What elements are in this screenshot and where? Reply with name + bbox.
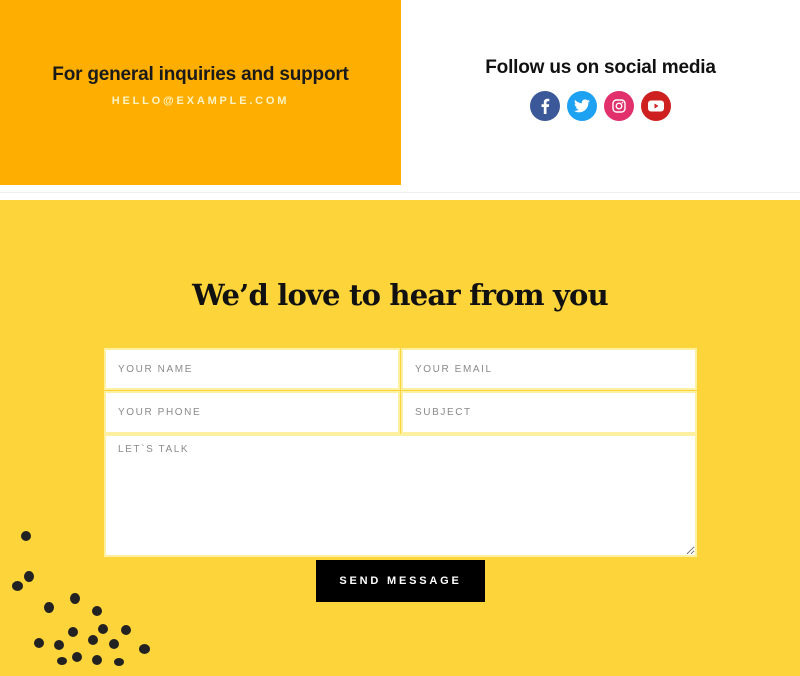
youtube-icon: [648, 100, 664, 112]
decorative-dot: [44, 602, 54, 613]
name-input[interactable]: [106, 350, 398, 388]
decorative-dot: [98, 624, 108, 634]
youtube-button[interactable]: [641, 91, 671, 121]
decorative-dot: [54, 640, 64, 650]
subject-field-wrapper: [401, 391, 697, 434]
divider-line: [0, 192, 800, 193]
email-field-wrapper: [401, 348, 697, 390]
support-email-link[interactable]: HELLO@EXAMPLE.COM: [112, 95, 290, 107]
decorative-dot: [24, 571, 34, 582]
twitter-icon: [574, 99, 590, 113]
inquiry-title: For general inquiries and support: [52, 64, 349, 85]
email-input[interactable]: [403, 350, 695, 388]
decorative-dot: [34, 638, 44, 648]
decorative-dot: [114, 658, 124, 666]
instagram-button[interactable]: [604, 91, 634, 121]
facebook-icon: [541, 98, 550, 114]
message-textarea[interactable]: [106, 436, 695, 555]
subject-input[interactable]: [403, 393, 695, 432]
inquiry-panel: For general inquiries and support HELLO@…: [0, 0, 401, 185]
decorative-dot: [21, 531, 31, 541]
message-field-wrapper: [104, 434, 697, 557]
phone-field-wrapper: [104, 391, 400, 434]
decorative-dot: [57, 657, 67, 665]
decorative-dot: [121, 625, 131, 635]
decorative-dot: [109, 639, 119, 649]
social-panel: Follow us on social media: [401, 0, 800, 185]
decorative-dot: [92, 655, 102, 665]
decorative-dot: [139, 644, 150, 654]
send-message-button[interactable]: SEND MESSAGE: [316, 560, 485, 602]
name-field-wrapper: [104, 348, 400, 390]
decorative-dot: [72, 652, 82, 662]
decorative-dot: [12, 581, 23, 591]
social-title: Follow us on social media: [485, 57, 716, 78]
decorative-dot: [92, 606, 102, 616]
phone-input[interactable]: [106, 393, 398, 432]
twitter-button[interactable]: [567, 91, 597, 121]
info-section: For general inquiries and support HELLO@…: [0, 0, 800, 185]
facebook-button[interactable]: [530, 91, 560, 121]
contact-heading: We’d love to hear from you: [192, 278, 609, 312]
social-icons: [401, 91, 800, 121]
contact-section: We’d love to hear from you SEND MESSAGE: [0, 200, 800, 676]
decorative-dot: [68, 627, 78, 637]
instagram-icon: [612, 99, 626, 113]
decorative-dot: [70, 593, 80, 604]
decorative-dot: [88, 635, 98, 645]
